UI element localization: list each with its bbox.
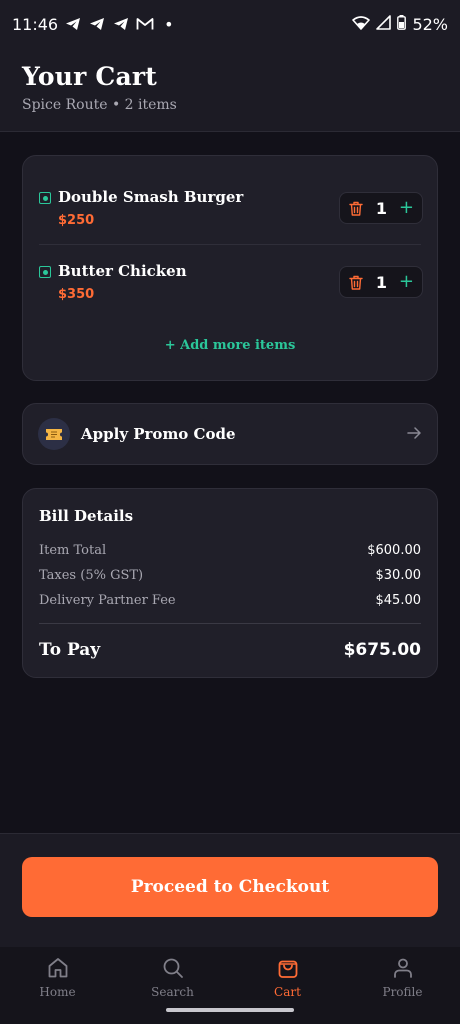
cellular-signal-icon [376,14,392,34]
status-right: 52% [352,14,448,34]
bill-row-label: Delivery Partner Fee [39,593,176,608]
increment-button[interactable]: + [399,273,414,291]
nav-label: Home [39,985,76,999]
telegram-icon [64,15,82,33]
veg-indicator-icon [39,192,51,204]
status-dot: • [164,14,174,34]
bill-row-value: $600.00 [367,543,421,558]
home-indicator[interactable] [166,1008,294,1012]
veg-indicator-icon [39,266,51,278]
to-pay-value: $675.00 [343,640,421,660]
status-bar: 11:46 • 52% [0,0,460,48]
quantity-stepper: 1 + [339,192,423,224]
page-subtitle: Spice Route • 2 items [22,97,177,113]
bill-row: Delivery Partner Fee $45.00 [39,593,421,608]
battery-percent: 52% [412,14,448,34]
profile-icon [391,956,415,980]
quantity-value: 1 [375,272,388,292]
proceed-to-checkout-button[interactable]: Proceed to Checkout [22,857,438,917]
ticket-icon [38,418,70,450]
cart-item: Butter Chicken $350 1 + [23,230,437,302]
cart-icon [276,956,300,980]
bill-divider [39,623,421,624]
nav-item-home[interactable]: Home [0,947,115,1024]
telegram-icon [112,15,130,33]
nav-label: Search [151,985,194,999]
checkout-panel: Proceed to Checkout [0,833,460,947]
nav-item-search[interactable]: Search [115,947,230,1024]
bill-row-label: Taxes (5% GST) [39,568,144,583]
bill-row-value: $45.00 [375,593,422,608]
item-name: Double Smash Burger [58,188,244,206]
cart-items-card: Double Smash Burger $250 1 + Butter Chic… [22,155,438,381]
delete-icon[interactable] [348,274,364,290]
item-price: $250 [58,213,95,228]
quantity-stepper: 1 + [339,266,423,298]
status-left: 11:46 • [12,15,174,34]
item-price: $350 [58,287,95,302]
quantity-value: 1 [375,198,388,218]
status-time: 11:46 [12,14,59,34]
cart-item: Double Smash Burger $250 1 + [23,156,437,228]
bill-title: Bill Details [39,507,134,525]
bill-row: Item Total $600.00 [39,543,421,558]
promo-label: Apply Promo Code [81,425,236,443]
delete-icon[interactable] [348,200,364,216]
nav-item-profile[interactable]: Profile [345,947,460,1024]
wifi-icon [352,15,371,34]
search-icon [161,956,185,980]
to-pay-label: To Pay [39,640,101,660]
bottom-nav: Home Search Cart Profile [0,947,460,1024]
gmail-icon [136,15,154,33]
nav-item-cart[interactable]: Cart [230,947,345,1024]
arrow-right-icon [405,424,423,442]
bill-details-card: Bill Details Item Total $600.00 Taxes (5… [22,488,438,678]
battery-icon [397,14,407,34]
home-icon [46,956,70,980]
page-title: Your Cart [22,62,158,91]
add-more-items-link[interactable]: + Add more items [23,338,437,353]
bill-row-value: $30.00 [375,568,422,583]
bill-row-label: Item Total [39,543,107,558]
promo-code-card[interactable]: Apply Promo Code [22,403,438,465]
header-panel: 11:46 • 52% Your Cart Spice Route • 2 it… [0,0,460,132]
to-pay-row: To Pay $675.00 [39,640,421,660]
nav-label: Profile [382,985,423,999]
item-name: Butter Chicken [58,262,187,280]
bill-row: Taxes (5% GST) $30.00 [39,568,421,583]
increment-button[interactable]: + [399,199,414,217]
telegram-icon [88,15,106,33]
nav-label: Cart [274,985,301,999]
